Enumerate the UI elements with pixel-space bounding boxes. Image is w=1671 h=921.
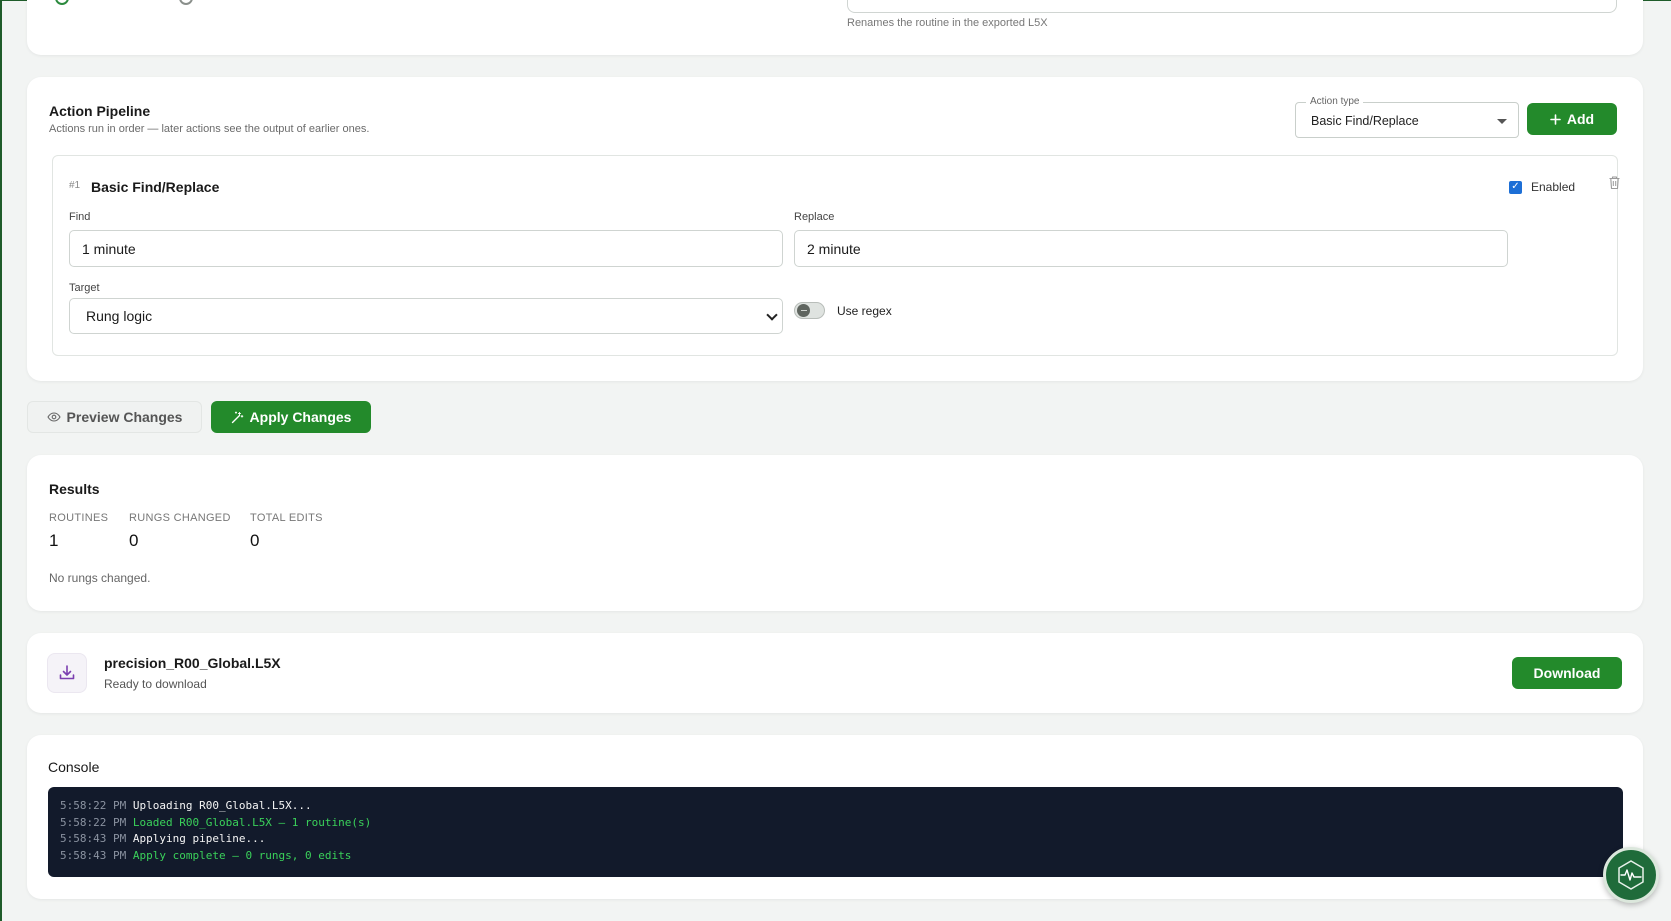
chevron-down-icon — [766, 309, 778, 321]
log-message: Apply complete — 0 rungs, 0 edits — [132, 848, 352, 862]
add-action-button[interactable]: Add — [1527, 103, 1617, 135]
trash-icon[interactable] — [1608, 175, 1621, 190]
pipeline-subtitle: Actions run in order — later actions see… — [49, 123, 370, 135]
routine-settings-card: Renames the routine in the exported L5X — [27, 0, 1643, 55]
results-card: Results ROUTINES 1 RUNGS CHANGED 0 TOTAL… — [27, 455, 1643, 611]
toggle-knob — [797, 304, 810, 317]
log-message: Loaded R00_Global.L5X — 1 routine(s) — [132, 815, 372, 829]
target-select[interactable]: Rung logic — [69, 298, 783, 334]
log-message: Uploading R00_Global.L5X... — [132, 799, 312, 812]
log-time: 5:58:22 PM — [60, 815, 127, 829]
action-type-legend: Action type — [1306, 96, 1364, 107]
console-line: 5:58:22 PM Loaded R00_Global.L5X — 1 rou… — [60, 815, 1611, 832]
regex-label: Use regex — [837, 304, 892, 318]
action-number: #1 — [69, 180, 81, 191]
download-filename: precision_R00_Global.L5X — [104, 655, 281, 671]
apply-changes-label: Apply Changes — [249, 409, 352, 425]
stat-routines-label: ROUTINES — [49, 512, 109, 524]
stat-rungs-changed-label: RUNGS CHANGED — [129, 512, 231, 524]
step-indicator-icon — [55, 0, 69, 5]
target-label: Target — [69, 282, 100, 294]
download-icon — [47, 653, 87, 693]
action-pipeline-card: Action Pipeline Actions run in order — l… — [27, 77, 1643, 381]
rename-routine-input[interactable] — [847, 0, 1617, 13]
apply-changes-button[interactable]: Apply Changes — [211, 401, 371, 433]
caret-down-icon — [1497, 119, 1507, 124]
log-time: 5:58:43 PM — [60, 832, 127, 845]
magic-wand-icon — [231, 411, 243, 423]
enabled-checkbox[interactable]: ✓ — [1509, 180, 1522, 194]
enabled-label: Enabled — [1531, 180, 1576, 194]
action-type-value: Basic Find/Replace — [1311, 114, 1419, 128]
console-line: 5:58:22 PM Uploading R00_Global.L5X... — [60, 798, 1611, 815]
results-message: No rungs changed. — [49, 571, 151, 585]
log-time: 5:58:43 PM — [60, 848, 127, 862]
target-value: Rung logic — [86, 308, 153, 324]
replace-input[interactable]: 2 minute — [794, 230, 1508, 267]
pipeline-title: Action Pipeline — [49, 103, 151, 119]
assistant-badge[interactable] — [1603, 847, 1659, 903]
preview-changes-label: Preview Changes — [66, 409, 183, 425]
find-input[interactable]: 1 minute — [69, 230, 783, 267]
eye-icon — [46, 412, 61, 422]
log-time: 5:58:22 PM — [60, 799, 127, 812]
results-title: Results — [49, 481, 100, 497]
stat-total-edits-label: TOTAL EDITS — [250, 512, 323, 524]
stat-total-edits-value: 0 — [250, 531, 260, 550]
replace-label: Replace — [794, 211, 835, 223]
console-line: 5:58:43 PM Apply complete — 0 rungs, 0 e… — [60, 848, 1611, 865]
action-title: Basic Find/Replace — [91, 179, 220, 195]
action-item: #1 Basic Find/Replace ✓ Enabled Find 1 m… — [52, 155, 1621, 356]
waveform-icon — [1618, 860, 1644, 890]
download-card: precision_R00_Global.L5X Ready to downlo… — [27, 633, 1643, 713]
step-indicator-icon — [179, 0, 193, 5]
log-message: Applying pipeline... — [132, 832, 266, 845]
console-card: Console 5:58:22 PM Uploading R00_Global.… — [27, 735, 1643, 899]
stat-routines-value: 1 — [49, 531, 59, 550]
action-type-select[interactable]: Action type Basic Find/Replace — [1295, 96, 1519, 138]
add-action-label: Add — [1566, 111, 1595, 127]
console-output: 5:58:22 PM Uploading R00_Global.L5X... 5… — [48, 787, 1623, 877]
find-label: Find — [69, 211, 91, 223]
download-button[interactable]: Download — [1512, 657, 1622, 689]
console-title: Console — [48, 759, 100, 775]
download-button-label: Download — [1533, 665, 1601, 681]
download-status: Ready to download — [104, 677, 207, 691]
console-line: 5:58:43 PM Applying pipeline... — [60, 831, 1611, 848]
stat-rungs-changed-value: 0 — [129, 531, 139, 550]
plus-icon — [1550, 113, 1561, 125]
preview-changes-button[interactable]: Preview Changes — [27, 401, 202, 433]
enabled-toggle[interactable]: ✓ Enabled — [1509, 180, 1575, 194]
regex-toggle[interactable] — [794, 302, 825, 319]
rename-hint: Renames the routine in the exported L5X — [847, 17, 1048, 29]
